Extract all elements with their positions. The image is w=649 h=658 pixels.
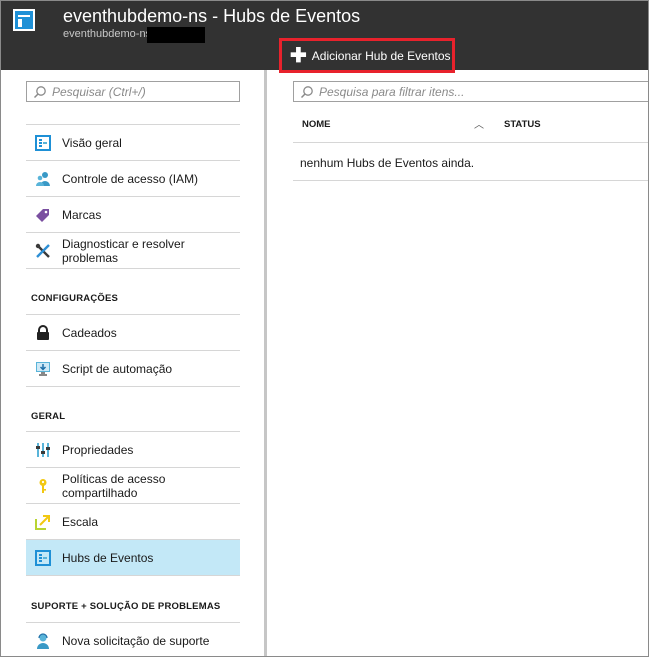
sort-ascending-icon[interactable]: ︿ <box>474 116 484 131</box>
empty-state-message: nenhum Hubs de Eventos ainda. <box>300 156 475 170</box>
sidebar-item-automation-script[interactable]: Script de automação <box>26 351 240 387</box>
sidebar-item-access-control[interactable]: Controle de acesso (IAM) <box>26 161 240 197</box>
scale-icon <box>35 514 51 530</box>
sidebar-item-label: Hubs de Eventos <box>62 550 154 565</box>
sidebar-item-label: Políticas de acesso compartilhado <box>62 471 166 500</box>
event-hubs-namespace-icon <box>13 9 35 31</box>
redacted-block <box>147 27 205 43</box>
sidebar-item-label: Script de automação <box>62 361 173 376</box>
sidebar-item-label: Nova solicitação de suporte <box>62 633 210 648</box>
sidebar-item-overview[interactable]: Visão geral <box>26 125 240 161</box>
sidebar-item-label: Diagnosticar e resolver problemas <box>62 236 185 265</box>
monitor-download-icon <box>35 361 51 377</box>
sidebar-item-shared-access-policies[interactable]: Políticas de acesso compartilhado <box>26 468 240 504</box>
filter-placeholder: Pesquisa para filtrar itens... <box>319 84 465 99</box>
wrench-icon <box>35 243 51 259</box>
sidebar-item-label: Escala <box>62 514 99 529</box>
column-header-nome[interactable]: NOME <box>302 119 331 130</box>
filter-input[interactable]: Pesquisa para filtrar itens... <box>293 81 649 102</box>
sidebar-item-locks[interactable]: Cadeados <box>26 315 240 351</box>
sidebar-item-diagnose[interactable]: Diagnosticar e resolver problemas <box>26 233 240 269</box>
users-icon <box>35 171 51 187</box>
sidebar-search-placeholder: Pesquisar (Ctrl+/) <box>52 84 146 99</box>
blade-header: eventhubdemo-ns - Hubs de Eventos eventh… <box>0 0 649 73</box>
event-hub-icon <box>35 134 51 151</box>
event-hub-icon <box>35 549 51 566</box>
column-header-status[interactable]: STATUS <box>504 119 541 130</box>
tag-icon <box>35 207 51 223</box>
search-icon <box>33 85 46 98</box>
sidebar-item-event-hubs[interactable]: Hubs de Eventos <box>26 540 240 576</box>
sidebar-item-label: Marcas <box>62 207 102 222</box>
sidebar-item-new-support-request[interactable]: Nova solicitação de suporte <box>26 623 240 658</box>
blade-title: eventhubdemo-ns - Hubs de Eventos <box>63 6 361 26</box>
sidebar-item-label: Controle de acesso (IAM) <box>62 171 199 186</box>
sidebar-search-input[interactable]: Pesquisar (Ctrl+/) <box>26 81 240 102</box>
sidebar-item-properties[interactable]: Propriedades <box>26 432 240 468</box>
properties-icon <box>35 442 51 458</box>
lock-icon <box>35 324 51 341</box>
section-geral: GERAL <box>31 411 66 422</box>
sidebar-item-label: Propriedades <box>62 442 134 457</box>
add-event-hub-button[interactable]: ✚ Adicionar Hub de Eventos <box>279 38 455 73</box>
sidebar-item-scale[interactable]: Escala <box>26 504 240 540</box>
section-suporte: SUPORTE + SOLUÇÃO DE PROBLEMAS <box>31 601 221 612</box>
plus-icon: ✚ <box>290 44 307 67</box>
table-row-divider <box>293 180 649 181</box>
search-icon <box>300 85 313 98</box>
sidebar-item-label: Visão geral <box>62 135 122 150</box>
support-person-icon <box>35 632 51 649</box>
blade-subtitle: eventhubdemo-ns <box>63 28 152 40</box>
key-icon <box>35 478 51 494</box>
sidebar-item-label: Cadeados <box>62 325 117 340</box>
section-configuracoes: CONFIGURAÇÕES <box>31 293 119 304</box>
sidebar-item-tags[interactable]: Marcas <box>26 197 240 233</box>
table-header-divider <box>293 142 649 143</box>
add-event-hub-label: Adicionar Hub de Eventos <box>311 48 451 63</box>
